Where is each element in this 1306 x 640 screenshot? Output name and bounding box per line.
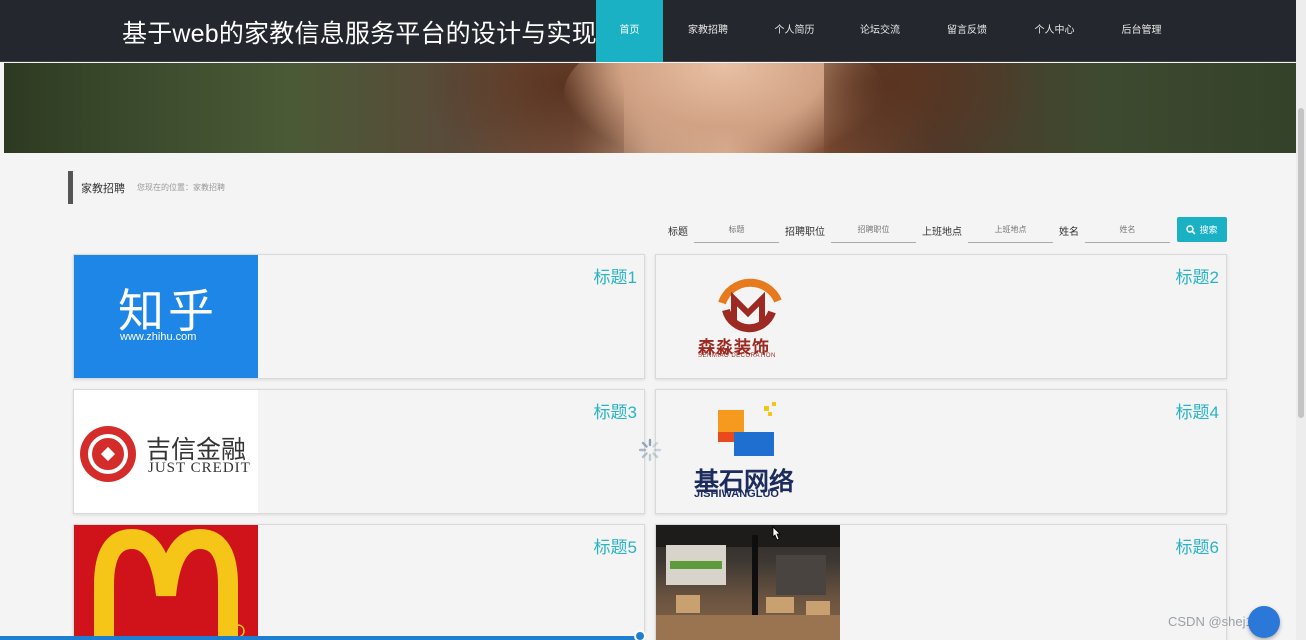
zhihu-logo-image[interactable]: 知乎 www.zhihu.com bbox=[74, 255, 258, 378]
card-title[interactable]: 标题3 bbox=[594, 398, 637, 423]
nav-item-personal-center[interactable]: 个人中心 bbox=[1010, 0, 1099, 62]
job-card[interactable]: 吉信金融 JUST CREDIT 标题3 bbox=[73, 389, 645, 514]
nav-item-home[interactable]: 首页 bbox=[596, 0, 663, 62]
golden-arches-icon bbox=[94, 528, 245, 640]
job-card[interactable]: 森淼装饰 SENMIAO DECORATION 标题2 bbox=[655, 254, 1227, 379]
video-progress-bar[interactable] bbox=[0, 636, 640, 640]
progress-handle[interactable] bbox=[634, 630, 646, 640]
card-title[interactable]: 标题2 bbox=[1176, 263, 1219, 288]
scrollbar-thumb[interactable] bbox=[1298, 108, 1304, 418]
card-title[interactable]: 标题6 bbox=[1176, 533, 1219, 558]
search-button-label: 搜索 bbox=[1199, 225, 1218, 235]
breadcrumb: 家教招聘 您现在的位置：家教招聘 bbox=[68, 171, 225, 204]
job-card[interactable]: 基石网络 JISHIWANGLUO 标题4 bbox=[655, 389, 1227, 514]
search-button[interactable]: 搜索 bbox=[1177, 217, 1227, 242]
name-filter-label: 姓名 bbox=[1059, 226, 1079, 238]
mouse-pointer-icon bbox=[772, 526, 781, 541]
nav-item-admin[interactable]: 后台管理 bbox=[1099, 0, 1184, 62]
section-title: 家教招聘 bbox=[81, 182, 125, 195]
logo-sub-text: JISHIWANGLUO bbox=[694, 488, 779, 500]
position-filter-input[interactable] bbox=[831, 217, 916, 243]
name-filter-input[interactable] bbox=[1085, 217, 1170, 243]
senmiao-emblem-icon bbox=[718, 278, 782, 333]
site-title: 基于web的家教信息服务平台的设计与实现 bbox=[122, 20, 597, 48]
hero-banner-image bbox=[4, 63, 1296, 153]
nav-item-tutor-recruit[interactable]: 家教招聘 bbox=[663, 0, 753, 62]
job-card[interactable]: 标题6 bbox=[655, 524, 1227, 640]
search-icon bbox=[1186, 224, 1197, 235]
job-card[interactable]: 标题5 bbox=[73, 524, 645, 640]
location-filter-label: 上班地点 bbox=[922, 226, 962, 238]
nav-item-feedback[interactable]: 留言反馈 bbox=[924, 0, 1010, 62]
card-title[interactable]: 标题5 bbox=[594, 533, 637, 558]
logo-sub-text: www.zhihu.com bbox=[120, 331, 197, 343]
page-scrollbar[interactable] bbox=[1296, 0, 1306, 640]
breadcrumb-path: 您现在的位置：家教招聘 bbox=[137, 183, 225, 192]
jishi-logo-image[interactable]: 基石网络 JISHIWANGLUO bbox=[656, 390, 840, 513]
job-card[interactable]: 知乎 www.zhihu.com 标题1 bbox=[73, 254, 645, 379]
title-filter-input[interactable] bbox=[694, 217, 779, 243]
nav-item-resume[interactable]: 个人简历 bbox=[753, 0, 836, 62]
title-filter-label: 标题 bbox=[668, 226, 688, 238]
logo-sub-text: JUST CREDIT bbox=[148, 460, 251, 476]
nav-item-forum[interactable]: 论坛交流 bbox=[836, 0, 924, 62]
position-filter-label: 招聘职位 bbox=[785, 226, 825, 238]
floating-action-button[interactable] bbox=[1248, 606, 1280, 638]
mcdonalds-logo-image[interactable] bbox=[74, 525, 258, 640]
search-bar: 标题 招聘职位 上班地点 姓名 bbox=[668, 217, 1176, 243]
loading-spinner-icon bbox=[638, 438, 662, 462]
just-credit-logo-image[interactable]: 吉信金融 JUST CREDIT bbox=[74, 390, 258, 513]
card-title[interactable]: 标题1 bbox=[594, 263, 637, 288]
interior-photo-image[interactable] bbox=[656, 525, 840, 640]
card-title[interactable]: 标题4 bbox=[1176, 398, 1219, 423]
top-navbar: 基于web的家教信息服务平台的设计与实现 首页 家教招聘 个人简历 论坛交流 留… bbox=[0, 0, 1296, 62]
main-nav: 首页 家教招聘 个人简历 论坛交流 留言反馈 个人中心 后台管理 bbox=[596, 0, 1184, 62]
logo-sub-text: SENMIAO DECORATION bbox=[698, 353, 776, 359]
senmiao-logo-image[interactable]: 森淼装饰 SENMIAO DECORATION bbox=[656, 255, 840, 378]
location-filter-input[interactable] bbox=[968, 217, 1053, 243]
